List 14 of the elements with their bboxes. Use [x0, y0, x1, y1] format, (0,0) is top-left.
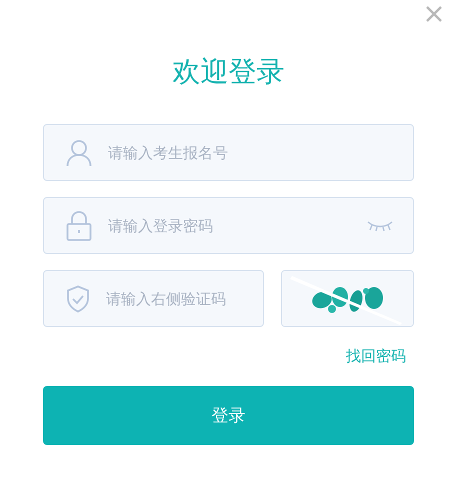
input-field[interactable]: 请输入登录密码: [108, 198, 351, 253]
shield-check-icon: [66, 284, 90, 312]
lock-icon: [66, 210, 92, 240]
password-field[interactable]: 请输入登录密码: [43, 197, 414, 254]
input-field[interactable]: 请输入考生报名号: [108, 125, 393, 180]
user-icon: [66, 138, 92, 166]
close-icon[interactable]: [424, 4, 444, 24]
forgot-password-link[interactable]: 找回密码: [346, 347, 406, 366]
input-field[interactable]: 请输入右侧验证码: [106, 271, 243, 326]
captcha-field[interactable]: 请输入右侧验证码: [43, 270, 264, 327]
username-field[interactable]: 请输入考生报名号: [43, 124, 414, 181]
title: 欢迎登录: [172, 54, 284, 90]
login-button[interactable]: 登录: [43, 386, 414, 445]
closed-eye-icon[interactable]: [367, 220, 393, 232]
